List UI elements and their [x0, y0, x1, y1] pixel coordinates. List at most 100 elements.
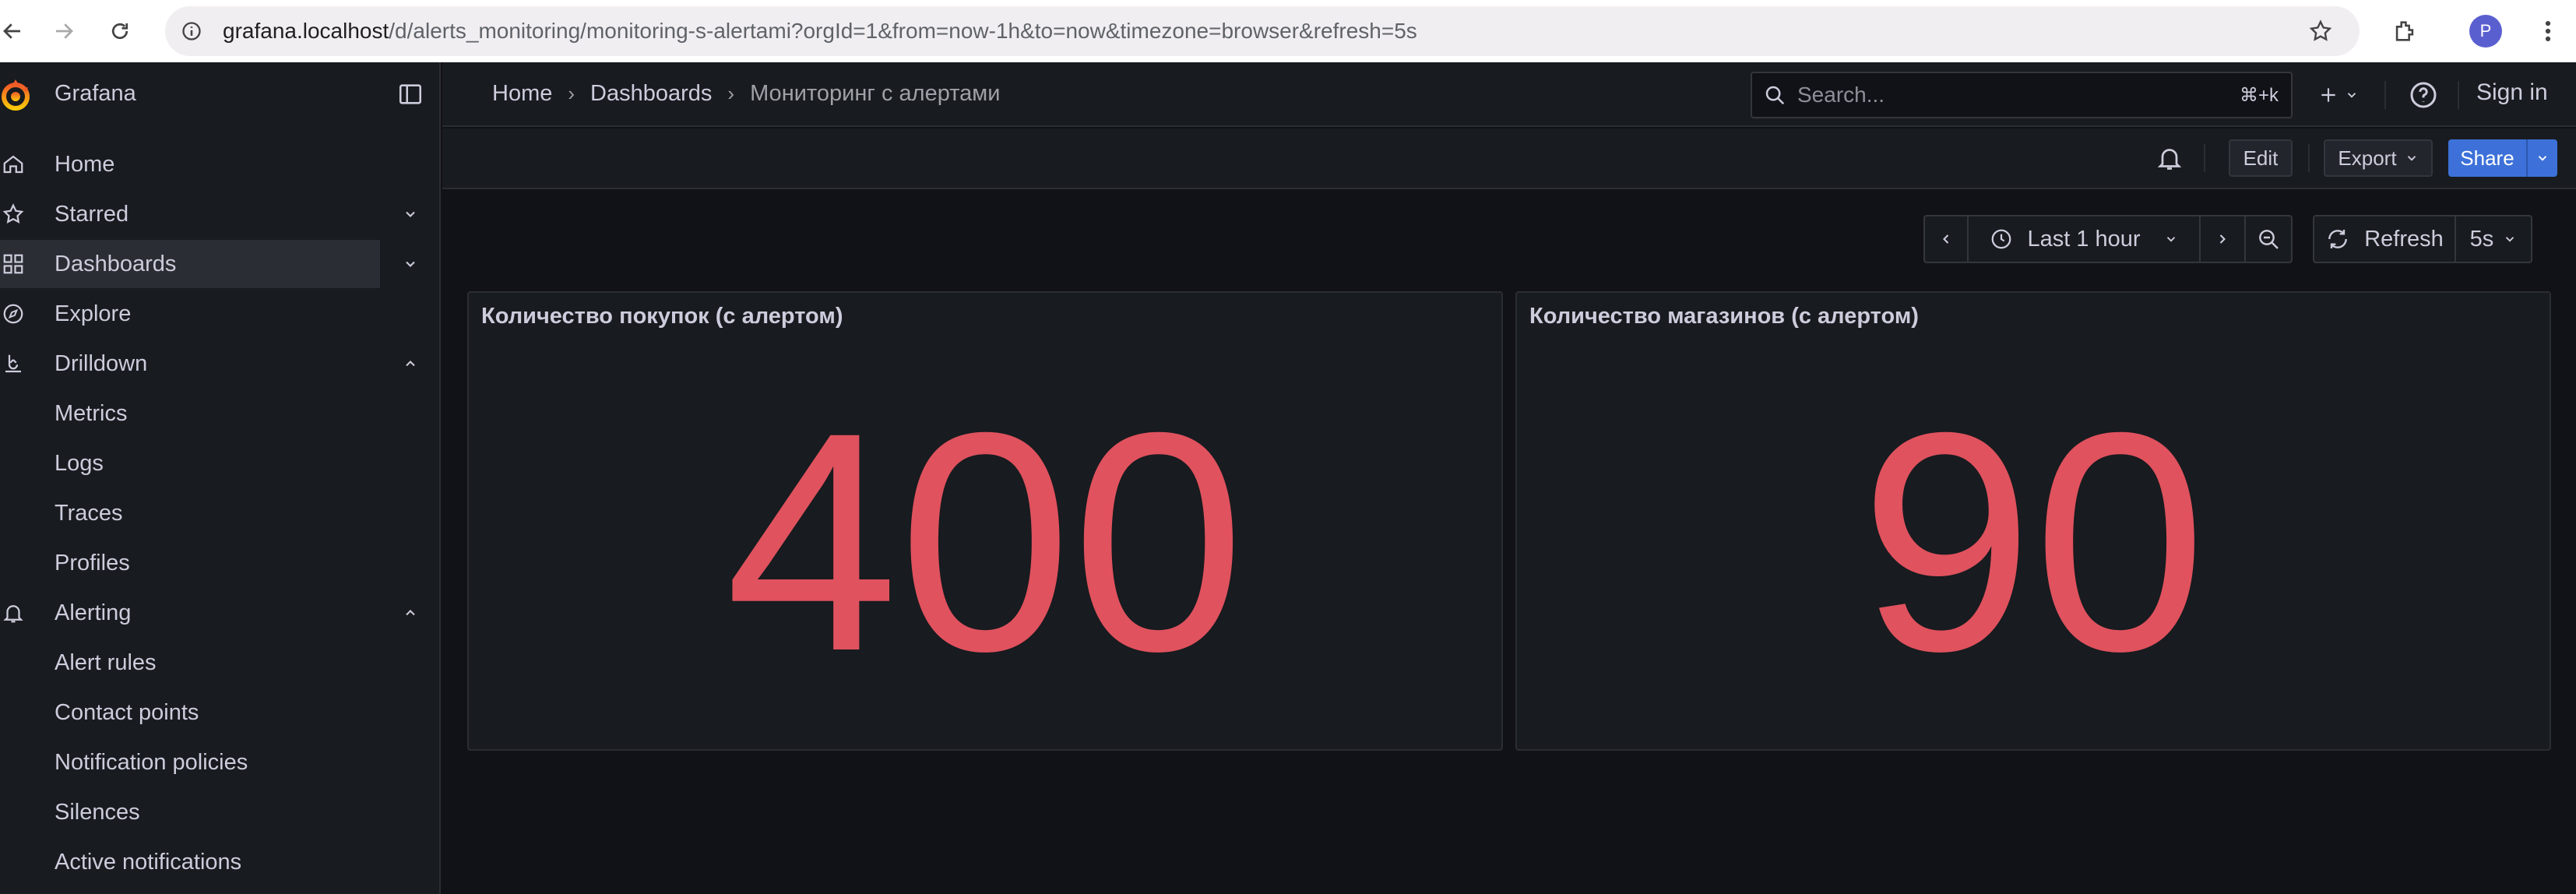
chevron-right-icon: ›	[568, 82, 575, 105]
time-range-label: Last 1 hour	[2027, 226, 2141, 252]
breadcrumb-home[interactable]: Home	[492, 81, 552, 107]
extensions-icon[interactable]	[2381, 8, 2428, 55]
stat-value: 90	[1860, 368, 2207, 716]
sidebar-item-label: Logs	[55, 450, 104, 476]
sidebar-item-logs[interactable]: Logs	[0, 439, 380, 487]
time-range-picker: Last 1 hour	[1923, 215, 2293, 263]
refresh-label: Refresh	[2364, 226, 2444, 252]
chevron-right-icon: ›	[727, 82, 735, 105]
star-icon	[0, 201, 26, 227]
share-button[interactable]: Share	[2448, 139, 2526, 177]
export-button[interactable]: Export	[2324, 139, 2433, 177]
export-label: Export	[2338, 146, 2397, 170]
sidebar-item-profiles[interactable]: Profiles	[0, 539, 380, 587]
stat-panel-purchases[interactable]: Количество покупок (с алертом) 400	[467, 291, 1503, 751]
sidebar-item-dashboards[interactable]: Dashboards	[0, 240, 380, 288]
sidebar: Grafana Home Starred Dashboards Explore …	[0, 62, 441, 894]
sidebar-item-label: Starred	[55, 201, 129, 227]
breadcrumb: Home › Dashboards › Мониторинг с алертам…	[492, 81, 1000, 107]
reload-button[interactable]	[97, 8, 143, 55]
sidebar-item-home[interactable]: Home	[0, 140, 380, 188]
sidebar-item-label: Drilldown	[55, 350, 148, 376]
arrow-right-icon	[56, 23, 73, 39]
sidebar-item-label: Alerting	[55, 600, 132, 625]
bookmark-star-icon[interactable]	[2305, 16, 2336, 47]
sign-in-link[interactable]: Sign in	[2476, 79, 2548, 106]
sidebar-item-explore[interactable]: Explore	[0, 290, 380, 338]
sync-icon	[2328, 230, 2348, 248]
panel-title[interactable]: Количество магазинов (с алертом)	[1529, 304, 1919, 329]
url-host: grafana.localhost	[223, 19, 389, 43]
sidebar-item-label: Profiles	[55, 550, 130, 575]
compass-icon	[0, 301, 26, 327]
chevron-up-icon[interactable]	[399, 601, 422, 625]
chevron-right-icon	[2219, 234, 2226, 244]
sidebar-item-alerting[interactable]: Alerting	[0, 589, 380, 637]
dashboards-grid-icon	[0, 251, 26, 277]
search-input[interactable]: Search... ⌘+k	[1751, 72, 2293, 118]
chevron-down-icon	[2407, 156, 2416, 161]
stat-panel-stores[interactable]: Количество магазинов (с алертом) 90	[1515, 291, 2551, 751]
refresh-interval-label: 5s	[2469, 226, 2494, 252]
time-shift-back-button[interactable]	[1923, 215, 1969, 263]
sidebar-item-active-notifications[interactable]: Active notifications	[0, 838, 380, 886]
sidebar-item-label: Silences	[55, 799, 140, 825]
help-icon[interactable]	[2408, 79, 2439, 111]
url-text: grafana.localhost/d/alerts_monitoring/mo…	[223, 19, 1417, 44]
sidebar-item-label: Explore	[55, 301, 132, 326]
sidebar-item-starred[interactable]: Starred	[0, 190, 380, 238]
panel-title[interactable]: Количество покупок (с алертом)	[481, 304, 843, 329]
sidebar-item-label: Dashboards	[55, 251, 177, 276]
new-menu-button[interactable]	[2311, 76, 2366, 114]
chevron-up-icon[interactable]	[399, 352, 422, 375]
chevron-down-icon[interactable]	[399, 202, 422, 226]
time-shift-forward-button[interactable]	[2201, 215, 2246, 263]
chevron-down-icon	[2166, 237, 2175, 242]
grafana-logo-icon[interactable]	[0, 78, 31, 112]
sidebar-item-label: Notification policies	[55, 749, 248, 775]
search-icon	[1765, 86, 1785, 105]
sidebar-item-contact-points[interactable]: Contact points	[0, 688, 380, 737]
browser-menu-icon[interactable]	[2532, 8, 2564, 55]
sidebar-item-label: Active notifications	[55, 849, 242, 875]
bell-icon	[0, 600, 26, 626]
sidebar-item-label: Home	[55, 151, 115, 177]
address-bar[interactable]: grafana.localhost/d/alerts_monitoring/mo…	[165, 6, 2360, 56]
sidebar-item-traces[interactable]: Traces	[0, 489, 380, 537]
zoom-out-button[interactable]	[2246, 215, 2293, 263]
chevron-down-icon	[2538, 156, 2547, 161]
chevron-down-icon	[2347, 93, 2356, 98]
dock-menu-icon[interactable]	[397, 81, 424, 107]
dashboard-toolbar: Edit Export Share	[442, 128, 2576, 189]
home-icon	[0, 151, 26, 178]
chevron-down-icon[interactable]	[399, 252, 422, 276]
time-range-button[interactable]: Last 1 hour	[1969, 215, 2201, 263]
site-info-icon[interactable]	[176, 16, 207, 47]
sidebar-item-drilldown[interactable]: Drilldown	[0, 340, 380, 388]
sidebar-item-label: Traces	[55, 500, 123, 526]
breadcrumb-dashboards[interactable]: Dashboards	[590, 81, 712, 107]
bell-icon[interactable]	[2155, 144, 2184, 172]
browser-toolbar: grafana.localhost/d/alerts_monitoring/mo…	[0, 0, 2576, 62]
forward-button[interactable]	[40, 8, 87, 55]
sidebar-item-silences[interactable]: Silences	[0, 788, 380, 836]
divider	[2384, 81, 2386, 109]
reload-icon	[111, 23, 128, 40]
divider	[2308, 144, 2310, 172]
share-options-button[interactable]	[2526, 139, 2557, 177]
edit-button[interactable]: Edit	[2229, 139, 2293, 177]
refresh-button[interactable]: Refresh	[2313, 215, 2456, 263]
back-button[interactable]	[0, 8, 36, 55]
chevron-left-icon	[1943, 234, 1949, 244]
search-placeholder: Search...	[1797, 83, 1885, 107]
sidebar-item-notification-policies[interactable]: Notification policies	[0, 738, 380, 787]
stat-value: 400	[725, 368, 1245, 716]
zoom-out-icon	[2259, 230, 2279, 249]
divider	[2458, 81, 2459, 109]
refresh-interval-select[interactable]: 5s	[2456, 215, 2532, 263]
url-path: /d/alerts_monitoring/monitoring-s-alerta…	[389, 19, 1417, 43]
sidebar-item-alert-rules[interactable]: Alert rules	[0, 639, 380, 687]
refresh-picker: Refresh 5s	[2313, 215, 2532, 263]
profile-button[interactable]: P	[2462, 8, 2509, 55]
sidebar-item-metrics[interactable]: Metrics	[0, 389, 380, 438]
